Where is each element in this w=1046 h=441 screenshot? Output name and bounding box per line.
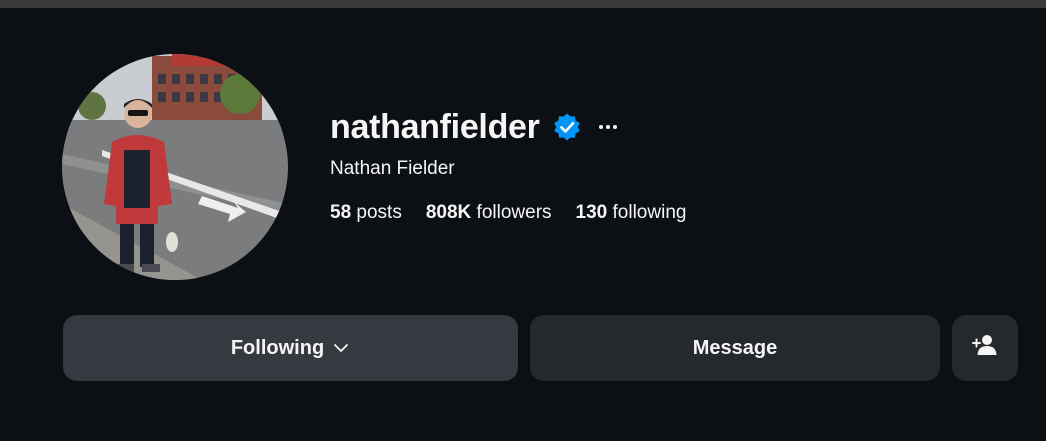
- followers-stat[interactable]: 808K followers: [426, 202, 552, 224]
- add-person-icon: [972, 334, 998, 362]
- posts-label: posts: [356, 202, 402, 223]
- more-options-icon[interactable]: [596, 115, 620, 139]
- posts-stat: 58 posts: [330, 202, 402, 224]
- chevron-down-icon: [332, 339, 350, 357]
- following-stat[interactable]: 130 following: [576, 202, 687, 224]
- profile-username: nathanfielder: [330, 107, 540, 146]
- username-row: nathanfielder: [330, 104, 620, 150]
- avatar-photo: [62, 54, 288, 280]
- posts-count: 58: [330, 202, 352, 223]
- profile-stats: 58 posts 808K followers 130 following: [330, 202, 710, 224]
- verified-badge-icon: [552, 112, 582, 142]
- window-top-strip: [0, 0, 1046, 8]
- profile-full-name: Nathan Fielder: [330, 158, 455, 179]
- message-button[interactable]: Message: [530, 315, 940, 381]
- message-button-label: Message: [692, 336, 778, 359]
- followers-count: 808K: [425, 202, 472, 223]
- followers-label: followers: [476, 202, 552, 223]
- suggested-accounts-button[interactable]: [952, 315, 1018, 381]
- profile-avatar[interactable]: [62, 54, 288, 280]
- following-count: 130: [575, 202, 608, 223]
- following-button[interactable]: Following: [63, 315, 518, 381]
- following-button-label: Following: [230, 336, 325, 359]
- following-label: following: [612, 202, 687, 223]
